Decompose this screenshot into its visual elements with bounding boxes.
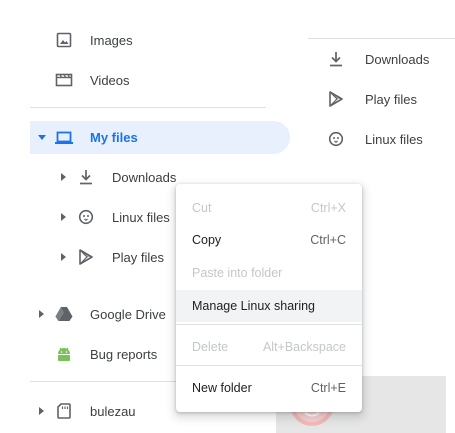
menu-item-label: New folder	[192, 381, 252, 395]
android-icon	[54, 344, 74, 364]
laptop-icon	[54, 128, 74, 148]
expand-arrow-icon[interactable]	[58, 251, 70, 263]
menu-item-paste-into-folder[interactable]: Paste into folder	[176, 257, 362, 289]
expand-arrow-icon[interactable]	[36, 132, 48, 144]
list-item-downloads[interactable]: Downloads	[326, 42, 455, 76]
play-store-icon	[326, 89, 346, 109]
sidebar-item-my-files[interactable]: My files	[30, 121, 290, 154]
expand-arrow-icon[interactable]	[36, 308, 48, 320]
menu-item-copy[interactable]: Copy Ctrl+C	[176, 224, 362, 256]
sidebar-divider	[30, 107, 266, 108]
list-item-linux-files[interactable]: Linux files	[326, 122, 455, 156]
expand-arrow-icon[interactable]	[58, 171, 70, 183]
sidebar-item-label: Linux files	[112, 209, 170, 225]
sidebar-item-label: My files	[90, 130, 138, 145]
list-divider	[308, 38, 455, 39]
sidebar-item-label: Google Drive	[90, 306, 166, 322]
list-item-play-files[interactable]: Play files	[326, 82, 455, 116]
menu-item-shortcut: Alt+Backspace	[262, 340, 346, 354]
video-icon	[54, 70, 74, 90]
menu-item-shortcut: Ctrl+X	[310, 201, 346, 215]
list-item-label: Linux files	[365, 131, 423, 147]
menu-item-label: Paste into folder	[192, 266, 283, 280]
menu-separator	[176, 324, 362, 325]
play-store-icon	[76, 247, 96, 267]
menu-item-delete[interactable]: Delete Alt+Backspace	[176, 331, 362, 363]
menu-item-label: Delete	[192, 340, 229, 354]
menu-item-label: Manage Linux sharing	[192, 299, 315, 313]
menu-item-label: Copy	[192, 233, 222, 247]
sidebar-item-images[interactable]: Images	[0, 23, 265, 57]
penguin-icon	[326, 129, 346, 149]
expand-arrow-icon[interactable]	[58, 211, 70, 223]
menu-item-new-folder[interactable]: New folder Ctrl+E	[176, 372, 362, 404]
sidebar-item-label: Images	[90, 32, 133, 48]
sidebar-item-videos[interactable]: Videos	[0, 63, 265, 97]
sidebar-item-label: bulezau	[90, 403, 136, 419]
menu-item-manage-linux-sharing[interactable]: Manage Linux sharing	[176, 290, 362, 322]
download-icon	[326, 49, 346, 69]
sidebar-item-label: Bug reports	[90, 346, 158, 362]
download-icon	[76, 167, 96, 187]
sd-card-icon	[54, 401, 74, 421]
menu-item-shortcut: Ctrl+C	[310, 233, 346, 247]
menu-item-label: Cut	[192, 201, 212, 215]
sidebar-item-label: Downloads	[112, 169, 177, 185]
list-item-label: Play files	[365, 91, 418, 107]
google-drive-icon	[54, 304, 74, 324]
penguin-icon	[76, 207, 96, 227]
image-icon	[54, 30, 74, 50]
menu-item-shortcut: Ctrl+E	[310, 381, 346, 395]
sidebar-item-label: Play files	[112, 249, 165, 265]
expand-arrow-icon[interactable]	[36, 405, 48, 417]
context-menu: Cut Ctrl+X Copy Ctrl+C Paste into folder…	[176, 184, 362, 412]
list-item-label: Downloads	[365, 51, 430, 67]
menu-item-cut[interactable]: Cut Ctrl+X	[176, 192, 362, 224]
sidebar-item-label: Videos	[90, 72, 130, 88]
menu-separator	[176, 365, 362, 366]
